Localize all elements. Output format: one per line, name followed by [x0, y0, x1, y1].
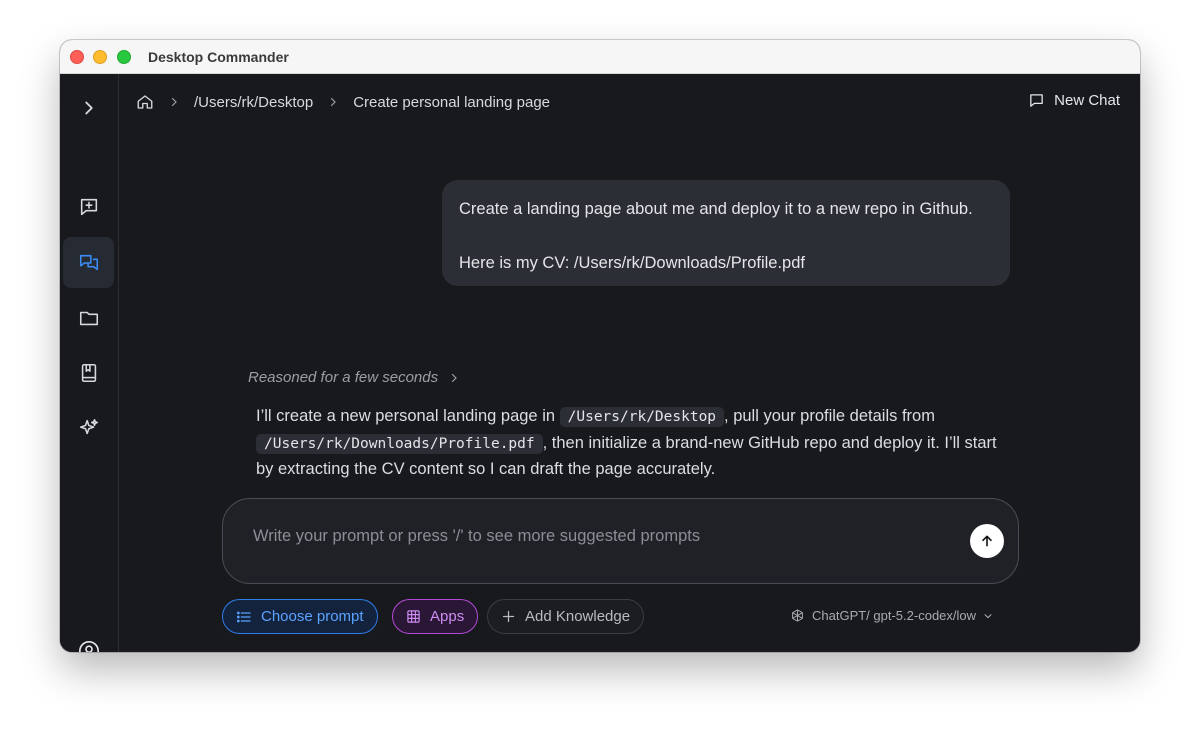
prompt-input[interactable]	[253, 527, 953, 546]
chats-icon	[79, 254, 98, 270]
chevron-right-icon	[327, 96, 339, 108]
close-window-button[interactable]	[70, 50, 84, 64]
breadcrumb: /Users/rk/Desktop Create personal landin…	[136, 90, 550, 114]
new-message-icon	[80, 198, 97, 215]
list-icon	[237, 611, 251, 622]
choose-prompt-label: Choose prompt	[261, 608, 364, 625]
sidebar-item-ai[interactable]	[63, 402, 114, 453]
chevron-right-icon	[452, 373, 457, 382]
prompt-composer	[222, 498, 1019, 584]
assistant-message: I’ll create a new personal landing page …	[256, 404, 1016, 483]
user-message: Create a landing page about me and deplo…	[442, 180, 1010, 286]
knowledge-book-icon	[81, 363, 96, 382]
apps-button[interactable]: Apps	[392, 599, 479, 634]
new-message-button[interactable]	[63, 181, 114, 232]
inline-code: /Users/rk/Desktop	[559, 407, 725, 427]
grid-icon	[407, 610, 420, 623]
home-link[interactable]	[136, 93, 154, 111]
maximize-window-button[interactable]	[117, 50, 131, 64]
chevron-right-icon	[168, 96, 180, 108]
apps-label: Apps	[430, 608, 465, 625]
plus-icon	[502, 610, 515, 623]
sidebar-item-files[interactable]	[63, 292, 114, 343]
chat-bubble-icon	[1030, 94, 1043, 107]
assistant-text: I’ll create a new personal landing page …	[256, 407, 556, 425]
arrow-up-icon	[982, 535, 992, 547]
choose-prompt-button[interactable]: Choose prompt	[222, 599, 378, 634]
title-bar: Desktop Commander	[60, 40, 1140, 74]
sidebar	[60, 74, 119, 652]
user-message-line: Here is my CV: /Users/rk/Downloads/Profi…	[459, 254, 805, 272]
inline-code: /Users/rk/Downloads/Profile.pdf	[256, 433, 543, 454]
send-button[interactable]	[970, 524, 1004, 558]
minimize-window-button[interactable]	[93, 50, 107, 64]
breadcrumb-chat-title: Create personal landing page	[353, 93, 551, 111]
model-selector[interactable]: ChatGPT/ gpt-5.2-codex/low	[790, 608, 993, 623]
sparkles-icon	[79, 418, 98, 434]
chevron-down-icon	[984, 613, 992, 618]
app-window: Desktop Commander /Users/rk/Desktop Crea…	[60, 40, 1140, 652]
expand-sidebar-button[interactable]	[63, 82, 114, 133]
home-icon	[137, 95, 153, 109]
new-chat-label: New Chat	[1054, 92, 1120, 109]
window-title: Desktop Commander	[148, 49, 289, 65]
reasoning-label: Reasoned for a few seconds	[248, 369, 439, 386]
user-message-line: Create a landing page about me and deplo…	[459, 200, 973, 218]
breadcrumb-path[interactable]: /Users/rk/Desktop	[194, 94, 313, 111]
folder-icon	[79, 311, 98, 325]
user-profile-button[interactable]	[63, 625, 114, 652]
openai-logo-icon	[792, 609, 803, 622]
reasoning-toggle[interactable]: Reasoned for a few seconds	[248, 369, 460, 386]
add-knowledge-button[interactable]: Add Knowledge	[487, 599, 645, 634]
add-knowledge-label: Add Knowledge	[525, 608, 631, 625]
model-label: ChatGPT/ gpt-5.2-codex/low	[812, 608, 977, 623]
assistant-text: , pull your profile details from	[724, 407, 935, 425]
new-chat-button[interactable]: New Chat	[1028, 92, 1120, 109]
user-avatar-icon	[78, 640, 99, 652]
sidebar-item-knowledge[interactable]	[63, 347, 114, 398]
sidebar-item-chats[interactable]	[63, 237, 114, 288]
chevron-right-icon	[84, 101, 93, 114]
